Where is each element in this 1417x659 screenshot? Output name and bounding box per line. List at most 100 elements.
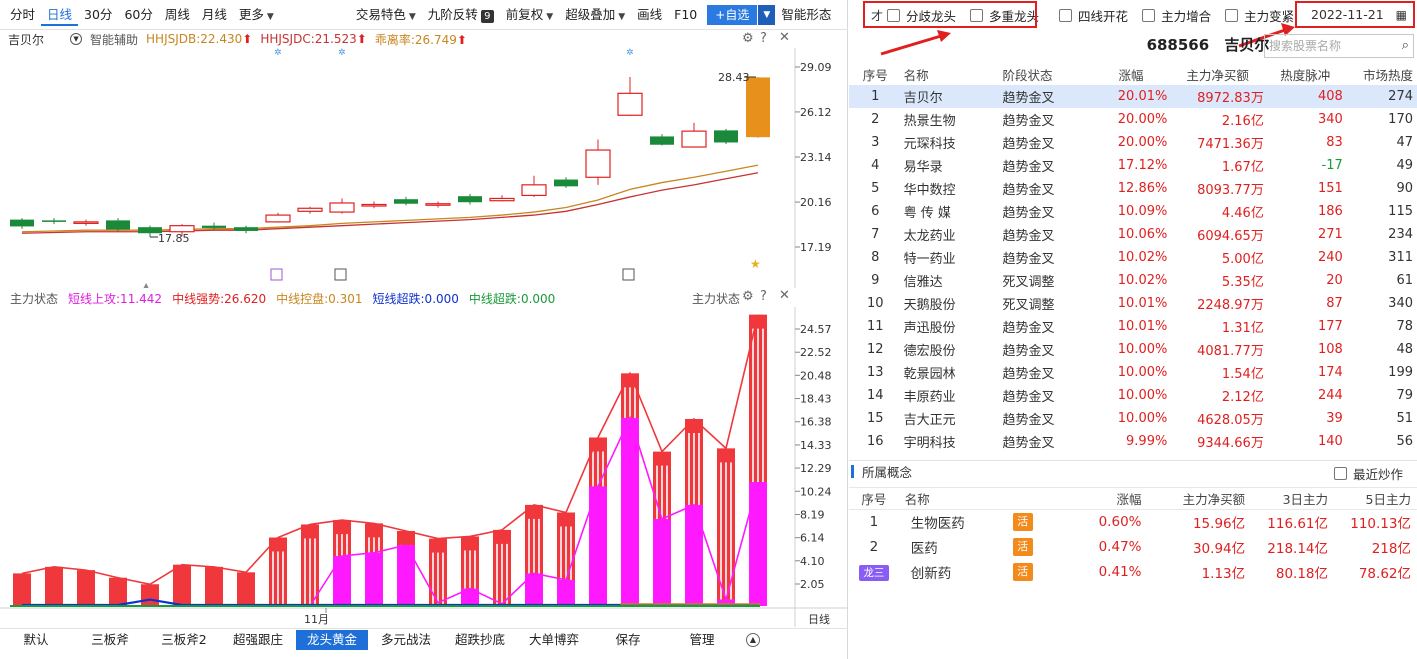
strategy-tab-7[interactable]: 大单博弈 <box>518 630 590 650</box>
table-row[interactable]: 13 乾景园林 趋势金叉 10.00% 1.54亿 174 199 <box>849 361 1417 384</box>
table-row[interactable]: 8 特一药业 趋势金叉 10.02% 5.00亿 240 311 <box>849 246 1417 269</box>
close-icon[interactable]: ✕ <box>779 288 790 303</box>
candle[interactable] <box>265 212 291 223</box>
table-row[interactable]: 15 吉大正元 趋势金叉 10.00% 4628.05万 39 51 <box>849 407 1417 430</box>
table-row[interactable]: 12 德宏股份 趋势金叉 10.00% 4081.77万 108 48 <box>849 338 1417 361</box>
strategy-tab-5[interactable]: 多元战法 <box>370 630 442 650</box>
strength-bar[interactable] <box>205 566 223 606</box>
strategy-tab-3[interactable]: 超强跟庄 <box>222 630 294 650</box>
note-icon[interactable] <box>334 268 347 281</box>
recent-hype-checkbox[interactable]: 最近炒作 <box>1333 464 1403 483</box>
help-icon[interactable]: ? <box>760 289 767 304</box>
period-tab-1[interactable]: 日线 <box>41 4 79 26</box>
strength-bar[interactable] <box>525 504 543 606</box>
strength-bar[interactable] <box>13 573 31 606</box>
candle[interactable] <box>329 198 355 214</box>
strength-bar[interactable] <box>397 530 415 606</box>
period-tab-2[interactable]: 30分 <box>78 4 118 26</box>
filter-checkbox-3[interactable]: 主力增合 <box>1142 6 1211 25</box>
toolbar-tool-0[interactable]: 交易特色 ▼ <box>350 4 422 26</box>
period-tab-4[interactable]: 周线 <box>159 4 196 26</box>
strength-bar[interactable] <box>685 418 703 606</box>
strategy-tab-0[interactable]: 默认 <box>0 630 72 650</box>
period-tab-5[interactable]: 月线 <box>196 4 233 26</box>
strength-bar[interactable] <box>109 577 127 606</box>
candle[interactable] <box>234 225 258 234</box>
strategy-tab-2[interactable]: 三板斧2 <box>148 630 220 650</box>
strength-bar[interactable] <box>301 524 319 606</box>
table-row[interactable]: 10 天鹅股份 死叉调整 10.01% 2248.97万 87 340 <box>849 292 1417 315</box>
candle[interactable] <box>554 177 578 188</box>
checkbox-box[interactable] <box>1059 8 1073 22</box>
candle[interactable] <box>425 201 451 208</box>
rank-header-5[interactable]: 热度脉冲 <box>1268 63 1347 85</box>
strategy-tab-1[interactable]: 三板斧 <box>74 630 146 650</box>
strength-bar[interactable] <box>237 572 255 606</box>
settings-icon[interactable]: ⚙ <box>742 31 754 46</box>
search-icon[interactable]: ⌕ <box>1402 35 1409 57</box>
strategy-tab-6[interactable]: 超跌抄底 <box>444 630 516 650</box>
period-tab-0[interactable]: 分时 <box>4 4 41 26</box>
table-row[interactable]: 6 粤 传 媒 趋势金叉 10.09% 4.46亿 186 115 <box>849 200 1417 223</box>
candle[interactable] <box>650 134 674 146</box>
candle[interactable] <box>394 196 418 206</box>
filter-checkbox-2[interactable]: 四线开花 <box>1059 6 1128 25</box>
toolbar-tool-3[interactable]: 超级叠加 ▼ <box>559 4 631 26</box>
strength-bar[interactable] <box>333 520 351 606</box>
candle[interactable] <box>681 122 707 148</box>
settings-icon[interactable]: ⚙ <box>742 289 754 304</box>
concept-header-4[interactable]: 3日主力 <box>1251 487 1335 510</box>
toolbar-tool-5[interactable]: F10 <box>668 4 703 26</box>
checkbox-box[interactable] <box>1142 8 1156 22</box>
candle[interactable] <box>489 195 515 202</box>
strength-bar[interactable] <box>365 523 383 606</box>
strength-bar[interactable] <box>493 529 511 606</box>
candle[interactable] <box>746 76 770 138</box>
table-row[interactable]: 14 丰原药业 趋势金叉 10.00% 2.12亿 244 79 <box>849 384 1417 407</box>
concept-header-3[interactable]: 主力净买额 <box>1147 487 1252 510</box>
toolbar-tool-2[interactable]: 前复权 ▼ <box>500 4 559 26</box>
strength-bar[interactable] <box>269 537 287 606</box>
concept-header-1[interactable]: 名称 <box>898 487 1055 510</box>
candle[interactable] <box>297 206 323 214</box>
strength-bar[interactable] <box>461 536 479 606</box>
candle[interactable] <box>585 139 611 185</box>
table-row[interactable]: 16 宇明科技 趋势金叉 9.99% 9344.66万 140 56 <box>849 430 1417 453</box>
dropdown-circle-icon[interactable]: ▼ <box>70 33 83 45</box>
concept-header-0[interactable]: 序号 <box>849 487 899 510</box>
table-row[interactable]: 龙三 创新药 活 0.41% 1.13亿 80.18亿 78.62亿 <box>849 560 1417 585</box>
rank-header-0[interactable]: 序号 <box>849 63 902 85</box>
concept-header-5[interactable]: 5日主力 <box>1334 487 1417 510</box>
date-picker[interactable]: 2022-11-21 ▦ <box>1295 1 1415 28</box>
toolbar-tool-4[interactable]: 画线 <box>631 4 668 26</box>
concept-header-2[interactable]: 涨幅 <box>1054 487 1148 510</box>
candle[interactable] <box>42 218 66 225</box>
rank-header-6[interactable]: 市场热度 <box>1347 63 1417 85</box>
strength-bar[interactable] <box>141 584 159 606</box>
strength-bar[interactable] <box>429 538 447 606</box>
stock-search-input[interactable]: 搜索股票名称 ⌕ <box>1264 34 1414 58</box>
table-row[interactable]: 7 太龙药业 趋势金叉 10.06% 6094.65万 271 234 <box>849 223 1417 246</box>
rank-header-3[interactable]: 涨幅 <box>1095 63 1172 85</box>
candle[interactable] <box>521 175 547 197</box>
caret-down-icon[interactable]: ▼ <box>757 4 776 25</box>
rank-header-4[interactable]: 主力净买额 <box>1171 63 1267 85</box>
calendar-icon[interactable]: ▦ <box>1396 8 1407 22</box>
candle[interactable] <box>10 218 34 229</box>
calendar-event-icon[interactable] <box>270 268 283 281</box>
table-row[interactable]: 1 吉贝尔 趋势金叉 20.01% 8972.83万 408 274 <box>849 85 1417 108</box>
add-favorite-button[interactable]: +自选 ▼ <box>707 4 776 25</box>
strength-bar[interactable] <box>749 314 767 606</box>
candle[interactable] <box>714 128 738 144</box>
table-row[interactable]: 11 声迅股份 趋势金叉 10.01% 1.31亿 177 78 <box>849 315 1417 338</box>
strategy-tab-9[interactable]: 管理 <box>666 630 738 650</box>
table-row[interactable]: 4 易华录 趋势金叉 17.12% 1.67亿 -17 49 <box>849 154 1417 177</box>
candle[interactable] <box>361 201 387 209</box>
period-tab-3[interactable]: 60分 <box>118 4 158 26</box>
table-row[interactable]: 2 医药 活 0.47% 30.94亿 218.14亿 218亿 <box>849 535 1417 560</box>
strength-bar[interactable] <box>589 437 607 606</box>
candle[interactable] <box>458 193 482 205</box>
kline-chart[interactable]: 29.0926.1223.1420.1617.1928.4317.85✲ ✲ ✲★▲ <box>0 48 848 288</box>
table-row[interactable]: 3 元琛科技 趋势金叉 20.00% 7471.36万 83 47 <box>849 131 1417 154</box>
help-icon[interactable]: ? <box>760 31 767 46</box>
